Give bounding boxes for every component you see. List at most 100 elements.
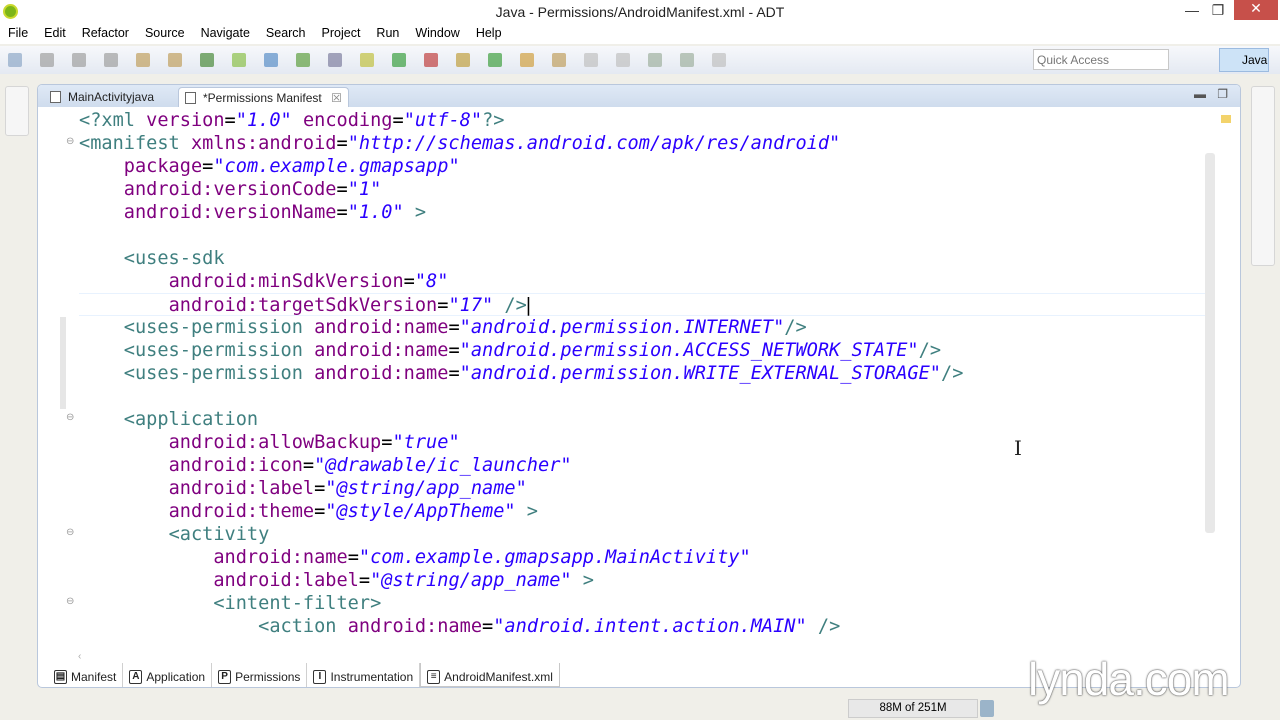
fold-toggle-icon[interactable]: ⊖ (66, 596, 74, 607)
tab-main-activity[interactable]: MainActivityjava (44, 87, 160, 107)
overview-ruler[interactable] (1220, 113, 1232, 643)
code-line: <?xml version="1.0" encoding="utf-8"?> (79, 109, 504, 132)
xml-declaration: <?xml (79, 110, 147, 131)
page-tab-permissions[interactable]: P Permissions (212, 663, 308, 687)
xml-value: "1.0" (347, 202, 404, 223)
menu-refactor[interactable]: Refactor (74, 24, 137, 44)
menu-navigate[interactable]: Navigate (193, 24, 258, 44)
code-area[interactable]: <?xml version="1.0" encoding="utf-8"?> ⊖ <… (38, 109, 1206, 649)
code-line: android:label="@string/app_name" (79, 477, 527, 500)
toolbar-button-icon[interactable] (392, 53, 406, 67)
code-line: <action android:name="android.intent.act… (79, 615, 840, 638)
close-button[interactable]: ✕ (1234, 0, 1278, 20)
toolbar-button-icon[interactable] (72, 53, 86, 67)
warning-marker[interactable] (1221, 115, 1231, 123)
code-line: android:versionName="1.0" > (79, 201, 426, 224)
page-tab-instrumentation[interactable]: I Instrumentation (307, 663, 421, 687)
left-trim-stack[interactable] (5, 86, 29, 136)
xml-tag: <uses-permission (123, 363, 315, 384)
toolbar-button-icon[interactable] (296, 53, 310, 67)
page-tab-application[interactable]: A Application (123, 663, 213, 687)
java-perspective-button[interactable]: Java (1219, 48, 1269, 72)
toolbar-button-icon[interactable] (424, 53, 438, 67)
permissions-icon: P (218, 670, 232, 684)
toolbar-button-icon[interactable] (584, 53, 598, 67)
tab-permissions-manifest[interactable]: *Permissions Manifest ☒ (178, 87, 349, 107)
toolbar-button-icon[interactable] (104, 53, 118, 67)
toolbar-button-icon[interactable] (680, 53, 694, 67)
toolbar-button-icon[interactable] (488, 53, 502, 67)
menu-search[interactable]: Search (258, 24, 314, 44)
xml-attribute: xmlns:android (190, 133, 337, 154)
fold-toggle-icon[interactable]: ⊖ (66, 136, 74, 147)
punctuation: = (358, 570, 371, 591)
xml-tag: <uses-permission (123, 317, 315, 338)
code-line: android:versionCode="1" (79, 178, 382, 201)
scrollbar-thumb[interactable] (1205, 153, 1215, 533)
xml-value: "android.permission.ACCESS_NETWORK_STATE… (459, 340, 919, 361)
page-tab-label: Manifest (71, 670, 117, 684)
menu-source[interactable]: Source (137, 24, 193, 44)
menu-file[interactable]: File (0, 24, 36, 44)
xml-value: "8" (414, 271, 449, 292)
quick-access-input[interactable]: Quick Access (1033, 49, 1169, 70)
perspective-label: Java (1242, 53, 1268, 67)
toolbar-button-icon[interactable] (552, 53, 566, 67)
menu-window[interactable]: Window (407, 24, 467, 44)
page-tab-androidmanifest-xml[interactable]: ≡ AndroidManifest.xml (420, 663, 560, 687)
toolbar-button-icon[interactable] (456, 53, 470, 67)
page-tab-manifest[interactable]: ▤ Manifest (48, 663, 124, 687)
toolbar-button-icon[interactable] (232, 53, 246, 67)
xml-attribute: android:name (314, 340, 449, 361)
garbage-collect-icon[interactable] (980, 700, 994, 717)
maximize-editor-icon[interactable]: ❐ (1217, 87, 1228, 101)
toolbar-button-icon[interactable] (200, 53, 214, 67)
application-icon: A (129, 670, 143, 684)
xml-declaration: ?> (482, 110, 505, 131)
toolbar-button-icon[interactable] (8, 53, 22, 67)
toolbar-button-icon[interactable] (136, 53, 150, 67)
toolbar-button-icon[interactable] (40, 53, 54, 67)
close-tab-icon[interactable]: ☒ (331, 91, 342, 105)
xml-tag: /> (806, 616, 841, 637)
toolbar-button-icon[interactable] (168, 53, 182, 67)
punctuation: = (392, 110, 404, 131)
toolbar-button-icon[interactable] (360, 53, 374, 67)
punctuation: = (347, 547, 359, 568)
punctuation (292, 110, 303, 131)
menu-project[interactable]: Project (314, 24, 369, 44)
xml-tag: <action (258, 616, 348, 637)
restore-button[interactable]: ❐ (1204, 2, 1232, 19)
right-trim-stack[interactable] (1251, 86, 1275, 266)
code-line: package="com.example.gmapsapp" (79, 155, 460, 178)
vertical-scrollbar[interactable] (1202, 113, 1216, 643)
menu-help[interactable]: Help (468, 24, 510, 44)
minimize-button[interactable]: — (1178, 2, 1206, 18)
fold-toggle-icon[interactable]: ⊖ (66, 412, 74, 423)
toolbar-button-icon[interactable] (328, 53, 342, 67)
toolbar-button-icon[interactable] (520, 53, 534, 67)
fold-toggle-icon[interactable]: ⊖ (66, 527, 74, 538)
toolbar-button-icon[interactable] (264, 53, 278, 67)
xml-tag: /> (784, 317, 807, 338)
code-line: <activity (79, 523, 270, 546)
minimize-editor-icon[interactable]: ▬ (1194, 87, 1206, 101)
menu-run[interactable]: Run (368, 24, 407, 44)
xml-value: "utf-8" (403, 110, 483, 131)
code-line: <uses-permission android:name="android.p… (79, 362, 964, 385)
toolbar-button-icon[interactable] (712, 53, 726, 67)
toolbar-button-icon[interactable] (648, 53, 662, 67)
punctuation: = (437, 295, 449, 316)
xml-attribute: android:name (314, 317, 449, 338)
menu-edit[interactable]: Edit (36, 24, 74, 44)
toolbar-button-icon[interactable] (616, 53, 630, 67)
xml-attribute: android:targetSdkVersion (168, 295, 438, 316)
